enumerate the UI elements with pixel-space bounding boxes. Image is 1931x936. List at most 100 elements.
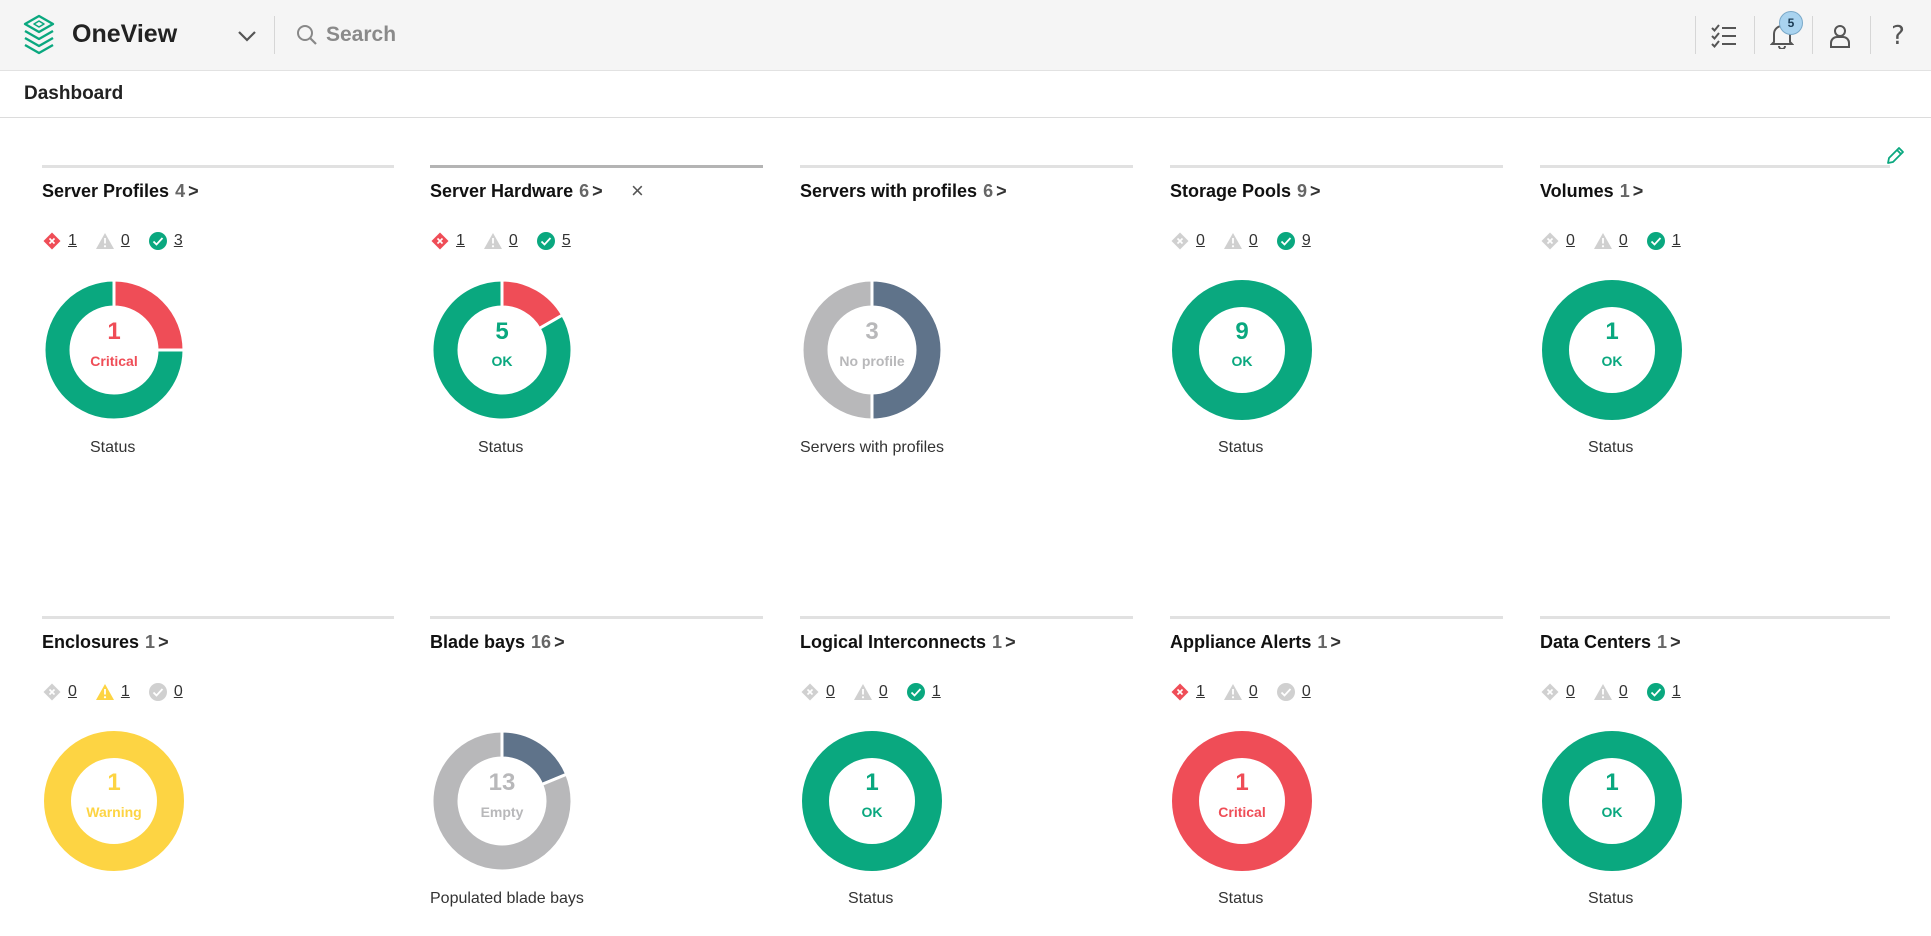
status-donut-chart[interactable] (800, 729, 944, 873)
critical-count-link[interactable]: 1 (1170, 682, 1205, 702)
critical-icon (1541, 232, 1559, 250)
divider (1870, 16, 1871, 54)
warning-count: 0 (508, 232, 518, 249)
status-donut-chart[interactable] (800, 278, 944, 422)
card-title-link[interactable]: Blade bays 16 > (430, 632, 565, 653)
donut-center-value: 1 (107, 318, 121, 345)
help-button[interactable]: ? (1880, 18, 1916, 54)
chart-caption: Status (90, 439, 136, 456)
card-count: 1 (1657, 632, 1668, 652)
status-donut-chart[interactable] (430, 729, 574, 873)
critical-count: 0 (1196, 232, 1205, 249)
card-title-link[interactable]: Server Hardware 6 > (430, 181, 603, 202)
card-title-link[interactable]: Logical Interconnects 1 > (800, 632, 1016, 653)
divider (274, 16, 275, 54)
oneview-logo-icon[interactable] (22, 14, 56, 56)
warning-count-link[interactable]: 0 (1593, 231, 1628, 251)
donut-center-value: 1 (865, 769, 879, 796)
critical-count-link[interactable]: 0 (1170, 231, 1205, 251)
critical-count-link[interactable]: 0 (800, 682, 835, 702)
card-title-link[interactable]: Enclosures 1 > (42, 632, 169, 653)
ok-count-link[interactable]: 1 (1646, 231, 1681, 251)
donut-center-label: OK (1231, 353, 1253, 369)
card-chevron: > (592, 181, 603, 201)
warning-icon (1223, 684, 1242, 700)
card-title-link[interactable]: Appliance Alerts 1 > (1170, 632, 1341, 653)
warning-count-link[interactable]: 0 (95, 231, 130, 251)
critical-icon (1171, 683, 1189, 701)
search-input[interactable] (326, 18, 926, 52)
critical-count: 1 (456, 232, 465, 249)
edit-pencil-icon[interactable] (1884, 145, 1906, 167)
critical-count-link[interactable]: 0 (42, 682, 77, 702)
warning-count-link[interactable]: 1 (95, 682, 130, 702)
warning-count-link[interactable]: 0 (1223, 231, 1258, 251)
ok-count: 1 (1671, 232, 1681, 249)
card-divider (42, 165, 394, 168)
status-donut-chart[interactable] (1170, 278, 1314, 422)
card-title-link[interactable]: Server Profiles 4 > (42, 181, 199, 202)
status-donut-chart[interactable] (42, 278, 186, 422)
status-donut-chart[interactable] (1540, 729, 1684, 873)
donut-segment-warning (44, 731, 184, 871)
user-button[interactable] (1822, 18, 1858, 54)
warning-count-link[interactable]: 0 (1593, 682, 1628, 702)
status-donut-chart[interactable] (430, 278, 574, 422)
chevron-down-icon[interactable] (235, 24, 259, 48)
ok-count-link[interactable]: 9 (1276, 231, 1311, 251)
warning-count-link[interactable]: 0 (1223, 682, 1258, 702)
card-title: Servers with profiles (800, 181, 978, 201)
app-name[interactable]: OneView (72, 20, 177, 49)
card-server-profiles: Server Profiles 4 >1 0 3 1 Critical Status (42, 165, 394, 485)
status-donut-chart[interactable] (42, 729, 186, 873)
ok-count-link[interactable]: 5 (536, 231, 571, 251)
card-title-link[interactable]: Servers with profiles 6 > (800, 181, 1007, 202)
status-donut-chart[interactable] (1170, 729, 1314, 873)
status-donut-chart[interactable] (1540, 278, 1684, 422)
critical-icon (431, 232, 449, 250)
ok-icon (1276, 683, 1295, 701)
warning-count-link[interactable]: 0 (853, 682, 888, 702)
card-divider (430, 616, 763, 619)
donut-center-value: 9 (1235, 318, 1249, 345)
ok-count: 9 (1301, 232, 1311, 249)
card-count: 1 (145, 632, 156, 652)
donut-segment-no-profile (800, 278, 874, 422)
chart-caption: Populated blade bays (430, 890, 584, 907)
critical-count-link[interactable]: 0 (1540, 231, 1575, 251)
card-title-link[interactable]: Storage Pools 9 > (1170, 181, 1321, 202)
ok-count-link[interactable]: 3 (148, 231, 183, 251)
ok-count-link[interactable]: 0 (148, 682, 183, 702)
donut-center-label: No profile (839, 353, 905, 369)
card-title-link[interactable]: Volumes 1 > (1540, 181, 1643, 202)
card-count: 6 (983, 181, 994, 201)
critical-count-link[interactable]: 1 (42, 231, 77, 251)
card-title-link[interactable]: Data Centers 1 > (1540, 632, 1681, 653)
divider (1695, 16, 1696, 54)
close-icon[interactable]: × (631, 180, 644, 202)
ok-icon (1646, 232, 1665, 250)
warning-count: 0 (1618, 683, 1628, 700)
ok-count-link[interactable]: 0 (1276, 682, 1311, 702)
critical-count: 0 (68, 683, 77, 700)
status-summary: 0 0 9 (1170, 231, 1329, 251)
critical-count-link[interactable]: 0 (1540, 682, 1575, 702)
donut-segment-with-profile (870, 278, 944, 422)
chart-caption: Servers with profiles (800, 439, 945, 456)
ok-icon (536, 232, 555, 250)
donut-center-value: 3 (865, 318, 879, 345)
card-appliance-alerts: Appliance Alerts 1 >1 0 0 1 Critical Status (1170, 616, 1510, 936)
checklist-icon (1711, 24, 1736, 48)
warning-count-link[interactable]: 0 (483, 231, 518, 251)
warning-icon (1593, 684, 1612, 700)
warning-count: 0 (1248, 683, 1258, 700)
critical-count-link[interactable]: 1 (430, 231, 465, 251)
ok-count-link[interactable]: 1 (1646, 682, 1681, 702)
ok-count-link[interactable]: 1 (906, 682, 941, 702)
activity-button[interactable] (1706, 18, 1742, 54)
donut-center-value: 13 (488, 769, 516, 796)
critical-count: 1 (1196, 683, 1205, 700)
card-chevron: > (1632, 181, 1644, 201)
donut-segment-critical (1172, 731, 1312, 871)
card-divider (1540, 165, 1890, 168)
